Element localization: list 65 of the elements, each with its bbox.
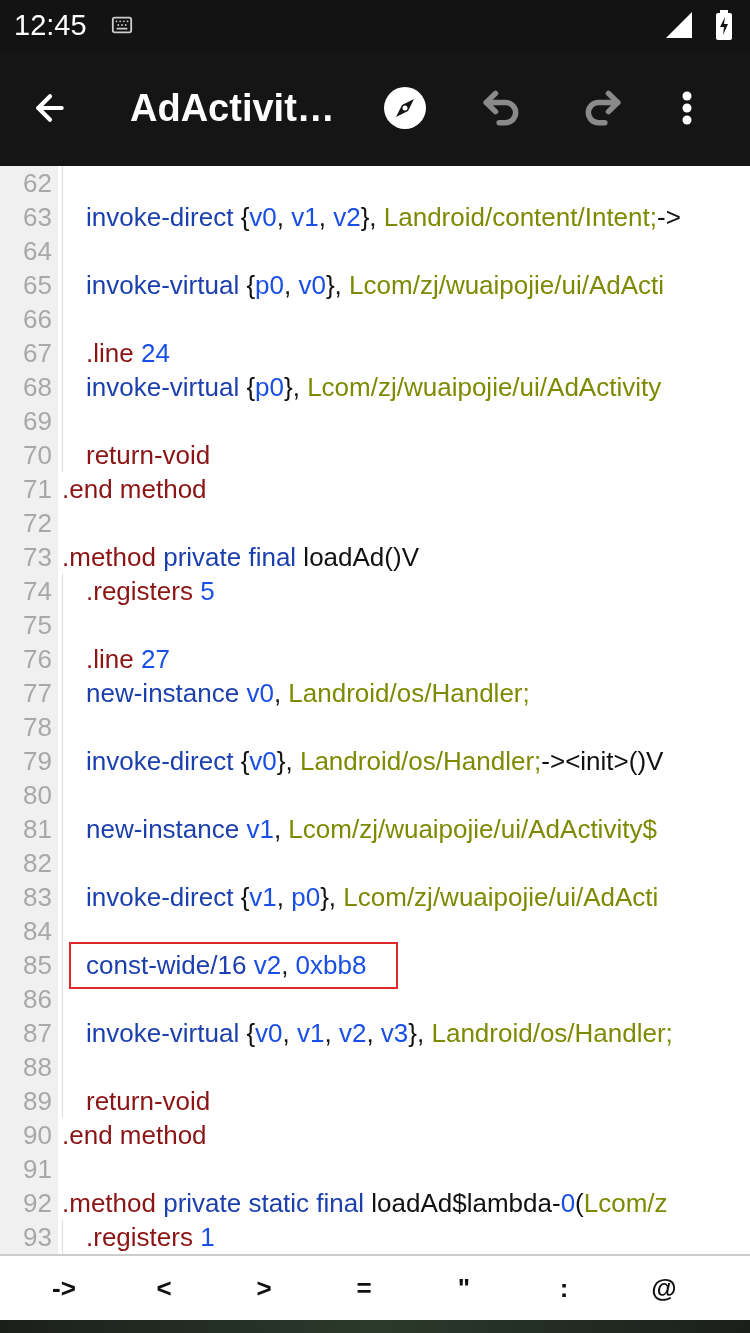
code-line: invoke-direct {v1, p0}, Lcom/zj/wuaipojie/ui/AdActi [86,881,659,913]
line-number: 81 [0,812,58,846]
line-number: 78 [0,710,58,744]
line-number: 74 [0,574,58,608]
highlighted-code-line: const-wide/16 v2, 0xbb8 [71,943,397,987]
code-line: .line 27 [86,643,170,675]
line-number: 63 [0,200,58,234]
line-number: 79 [0,744,58,778]
line-number: 92 [0,1186,58,1220]
compass-icon [382,86,427,130]
more-options-icon [681,91,692,125]
symbol-key[interactable]: -> [14,1268,114,1308]
line-number: 93 [0,1220,58,1254]
code-line: return-void [86,1085,211,1117]
status-time: 12:45 [14,8,87,42]
file-title: AdActivit… [130,86,335,130]
symbol-key[interactable]: : [514,1268,614,1308]
line-number: 83 [0,880,58,914]
signal-icon [666,12,692,38]
line-number: 84 [0,914,58,948]
line-number: 69 [0,404,58,438]
keyboard-icon [110,14,133,36]
symbol-key[interactable]: " [414,1268,514,1308]
line-number: 66 [0,302,58,336]
line-number: 67 [0,336,58,370]
code-line: .registers 5 [86,575,215,607]
line-number: 72 [0,506,58,540]
line-number: 88 [0,1050,58,1084]
code-line: .registers 1 [86,1221,215,1253]
line-number: 82 [0,846,58,880]
code-line: new-instance v0, Landroid/os/Handler; [86,677,530,709]
code-line: invoke-virtual {v0, v1, v2, v3}, Landroid/os/Handler; [86,1017,673,1049]
line-number: 89 [0,1084,58,1118]
code-line: invoke-direct {v0, v1, v2}, Landroid/content/Intent;-> [86,201,681,233]
line-number: 85 [0,948,58,982]
code-line: .line 24 [86,337,170,369]
line-number: 76 [0,642,58,676]
line-number: 65 [0,268,58,302]
line-number: 70 [0,438,58,472]
symbol-key[interactable]: @ [614,1268,714,1308]
code-line: invoke-virtual {p0}, Lcom/zj/wuaipojie/ui/AdActivity [86,371,662,403]
symbol-key[interactable]: = [314,1268,414,1308]
line-number: 86 [0,982,58,1016]
code-line: .end method [62,473,207,505]
code-line: invoke-virtual {p0, v0}, Lcom/zj/wuaipojie/ui/AdActi [86,269,665,301]
line-number: 75 [0,608,58,642]
line-number: 62 [0,166,58,200]
line-number: 90 [0,1118,58,1152]
code-line: invoke-direct {v0}, Landroid/os/Handler;-><init>()V [86,745,664,777]
code-line: .end method [62,1119,207,1151]
line-number: 80 [0,778,58,812]
line-number: 64 [0,234,58,268]
code-line: return-void [86,439,211,471]
code-line: .method private final loadAd()V [62,541,419,573]
line-number: 91 [0,1152,58,1186]
line-number: 71 [0,472,58,506]
line-number: 87 [0,1016,58,1050]
line-number: 68 [0,370,58,404]
line-number: 73 [0,540,58,574]
symbol-key[interactable]: < [114,1268,214,1308]
code-line: .method private static final loadAd$lambda-0(Lcom/z [62,1187,668,1219]
battery-icon [716,10,732,40]
code-line: new-instance v1, Lcom/zj/wuaipojie/ui/AdActivity$ [86,813,657,845]
line-number: 77 [0,676,58,710]
symbol-key[interactable]: > [214,1268,314,1308]
